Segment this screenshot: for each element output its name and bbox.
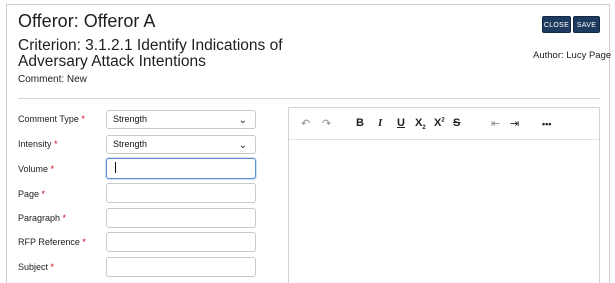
strikethrough-icon[interactable]: S (453, 117, 460, 129)
paragraph-input[interactable] (106, 208, 256, 228)
required-mark: * (41, 189, 46, 199)
required-mark: * (81, 114, 85, 124)
required-mark: * (54, 139, 58, 149)
comment-type-select[interactable]: Strength ⌄ (106, 110, 256, 129)
header-divider (18, 98, 600, 99)
required-mark: * (50, 262, 55, 272)
close-button[interactable]: CLOSE (542, 16, 571, 33)
chevron-down-icon: ⌄ (238, 115, 247, 126)
rfp-reference-input[interactable] (106, 232, 256, 252)
subscript-icon[interactable]: X2 (415, 117, 426, 131)
editor-toolbar: ↶ ↷ B I U X2 X2 S ⇤ ⇥ ••• (289, 108, 599, 140)
italic-icon[interactable]: I (378, 117, 382, 129)
criterion-title: Criterion: 3.1.2.1 Identify Indications … (18, 37, 283, 70)
redo-icon[interactable]: ↷ (322, 117, 331, 130)
rfp-reference-label: RFP Reference * (18, 237, 86, 247)
page-input[interactable] (106, 183, 256, 203)
undo-icon[interactable]: ↶ (301, 117, 310, 130)
subject-label: Subject * (18, 262, 55, 272)
page-label: Page * (18, 189, 46, 199)
required-mark: * (82, 237, 86, 247)
required-mark: * (50, 164, 55, 174)
bold-icon[interactable]: B (356, 117, 364, 129)
volume-label: Volume * (18, 164, 55, 174)
text-caret (115, 162, 116, 173)
indent-icon[interactable]: ⇥ (510, 117, 519, 130)
volume-input[interactable] (106, 158, 256, 179)
comment-type-value: Strength (113, 114, 148, 124)
intensity-label: Intensity * (18, 139, 58, 149)
comment-type-label: Comment Type * (18, 114, 85, 124)
intensity-select[interactable]: Strength ⌄ (106, 135, 256, 154)
intensity-value: Strength (113, 139, 148, 149)
offeror-title: Offeror: Offeror A (18, 11, 156, 31)
underline-icon[interactable]: U (397, 117, 405, 129)
author-label: Author: Lucy Page (533, 50, 612, 61)
rich-text-editor[interactable]: ↶ ↷ B I U X2 X2 S ⇤ ⇥ ••• (288, 107, 600, 283)
more-options-icon[interactable]: ••• (542, 119, 551, 129)
chevron-down-icon: ⌄ (238, 140, 247, 151)
superscript-icon[interactable]: X2 (434, 117, 445, 129)
outdent-icon[interactable]: ⇤ (491, 117, 500, 130)
required-mark: * (62, 213, 67, 223)
subject-input[interactable] (106, 257, 256, 277)
comment-status: Comment: New (18, 74, 87, 85)
save-button[interactable]: SAVE (573, 16, 600, 33)
paragraph-label: Paragraph * (18, 213, 67, 223)
